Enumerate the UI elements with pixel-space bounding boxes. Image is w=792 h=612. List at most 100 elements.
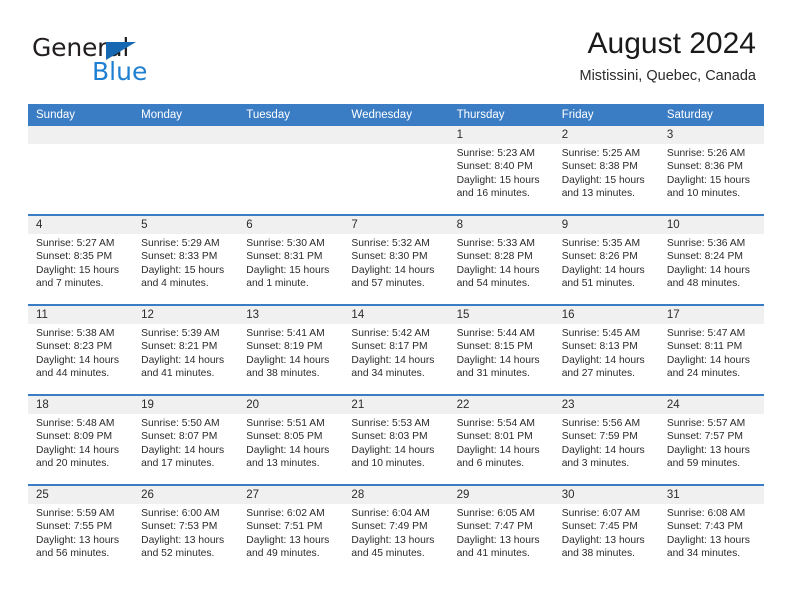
daylight-text: Daylight: 13 hours (246, 534, 330, 546)
calendar-day-cell[interactable]: 13 Sunrise: 5:41 AM Sunset: 8:19 PM Dayligh… (238, 304, 344, 395)
calendar-day-cell[interactable]: 10 Sunrise: 5:36 AM Sunset: 8:24 PM Dayligh… (658, 214, 764, 305)
sunset-text: Sunset: 7:49 PM (351, 521, 428, 533)
calendar-day-cell[interactable]: 28 Sunrise: 6:04 AM Sunset: 7:49 PM Dayligh… (343, 484, 449, 574)
calendar-day-cell[interactable]: 26 Sunrise: 6:00 AM Sunset: 7:53 PM Dayligh… (133, 484, 239, 574)
calendar-day-cell[interactable]: 8 Sunrise: 5:33 AM Sunset: 8:28 PM Daylight… (448, 214, 554, 305)
day-detail-lines: Sunrise: 6:08 AM Sunset: 7:43 PM Daylight:… (659, 502, 764, 561)
day-cell-inner: 20 Sunrise: 5:51 AM Sunset: 8:05 PM Dayligh… (238, 396, 344, 484)
calendar-day-cell[interactable]: 14 Sunrise: 5:42 AM Sunset: 8:17 PM Dayligh… (343, 304, 449, 395)
sunset-text: Sunset: 7:59 PM (561, 431, 638, 443)
calendar-day-cell[interactable]: 5 Sunrise: 5:29 AM Sunset: 8:33 PM Daylight… (133, 214, 239, 305)
daylight-text: Daylight: 15 hours (36, 264, 119, 276)
day-cell-inner: 11 Sunrise: 5:38 AM Sunset: 8:23 PM Dayligh… (28, 306, 134, 394)
calendar-day-cell[interactable]: 27 Sunrise: 6:02 AM Sunset: 7:51 PM Dayligh… (238, 484, 344, 574)
daylight-text: Daylight: 15 hours (666, 174, 750, 186)
weekday-header-saturday: Saturday (658, 104, 764, 126)
calendar-day-cell[interactable]: 17 Sunrise: 5:47 AM Sunset: 8:11 PM Dayligh… (658, 304, 764, 395)
daylight-text-cont: and 13 minutes. (246, 458, 320, 470)
day-cell-inner: 17 Sunrise: 5:47 AM Sunset: 8:11 PM Dayligh… (658, 306, 764, 394)
day-detail-lines: Sunrise: 5:53 AM Sunset: 8:03 PM Daylight:… (343, 412, 448, 471)
daylight-text-cont: and 4 minutes. (141, 278, 209, 290)
daylight-text: Daylight: 14 hours (456, 354, 540, 366)
daylight-text-cont: and 10 minutes. (666, 188, 741, 200)
day-number: 8 (456, 219, 463, 231)
calendar-week-row: 4 Sunrise: 5:27 AM Sunset: 8:35 PM Daylight… (28, 214, 764, 305)
calendar-day-cell[interactable]: 24 Sunrise: 5:57 AM Sunset: 7:57 PM Dayligh… (658, 394, 764, 485)
calendar-day-cell[interactable]: 12 Sunrise: 5:39 AM Sunset: 8:21 PM Dayligh… (133, 304, 239, 395)
calendar-day-cell[interactable]: 6 Sunrise: 5:30 AM Sunset: 8:31 PM Daylight… (238, 214, 344, 305)
sunrise-text: Sunrise: 5:50 AM (141, 418, 220, 429)
day-cell-inner: 6 Sunrise: 5:30 AM Sunset: 8:31 PM Daylight… (238, 216, 344, 304)
sunset-text: Sunset: 8:36 PM (666, 161, 743, 173)
day-number: 14 (351, 309, 365, 321)
daylight-text: Daylight: 14 hours (666, 354, 750, 366)
sunrise-text: Sunrise: 5:54 AM (456, 418, 535, 429)
calendar-day-cell[interactable]: 2 Sunrise: 5:25 AM Sunset: 8:38 PM Daylight… (553, 126, 659, 215)
logo-text-blue: Blue (92, 57, 148, 86)
calendar-week-row: 25 Sunrise: 5:59 AM Sunset: 7:55 PM Dayligh… (28, 484, 764, 574)
day-number: 26 (141, 489, 154, 501)
sunrise-text: Sunrise: 5:41 AM (246, 328, 325, 339)
day-cell-inner: 19 Sunrise: 5:50 AM Sunset: 8:07 PM Dayligh… (133, 396, 239, 484)
daylight-text-cont: and 7 minutes. (36, 278, 104, 290)
daylight-text: Daylight: 14 hours (351, 264, 435, 276)
sunset-text: Sunset: 8:15 PM (456, 341, 533, 353)
calendar-day-cell[interactable]: 22 Sunrise: 5:54 AM Sunset: 8:01 PM Dayligh… (448, 394, 554, 485)
sunrise-text: Sunrise: 5:29 AM (141, 238, 220, 249)
daylight-text-cont: and 48 minutes. (666, 278, 741, 290)
sunset-text: Sunset: 8:07 PM (141, 431, 218, 443)
daylight-text: Daylight: 14 hours (561, 354, 645, 366)
sunrise-text: Sunrise: 6:08 AM (666, 508, 746, 519)
day-detail-lines (28, 129, 133, 134)
calendar-day-cell[interactable]: 3 Sunrise: 5:26 AM Sunset: 8:36 PM Daylight… (658, 126, 764, 215)
title-block: August 2024 Mistissini, Quebec, Canada (580, 26, 757, 85)
calendar-empty-cell (133, 126, 239, 215)
calendar-day-cell[interactable]: 30 Sunrise: 6:07 AM Sunset: 7:45 PM Dayligh… (553, 484, 659, 574)
calendar-day-cell[interactable]: 7 Sunrise: 5:32 AM Sunset: 8:30 PM Daylight… (343, 214, 449, 305)
daylight-text: Daylight: 14 hours (141, 354, 225, 366)
calendar-day-cell[interactable]: 21 Sunrise: 5:53 AM Sunset: 8:03 PM Dayligh… (343, 394, 449, 485)
day-detail-lines: Sunrise: 5:57 AM Sunset: 7:57 PM Daylight:… (659, 412, 764, 471)
calendar-week-row: 11 Sunrise: 5:38 AM Sunset: 8:23 PM Dayligh… (28, 304, 764, 395)
day-cell-inner: 27 Sunrise: 6:02 AM Sunset: 7:51 PM Dayligh… (238, 486, 344, 574)
day-number: 22 (456, 399, 470, 411)
calendar-day-cell[interactable]: 1 Sunrise: 5:23 AM Sunset: 8:40 PM Daylight… (448, 126, 554, 215)
calendar-day-cell[interactable]: 4 Sunrise: 5:27 AM Sunset: 8:35 PM Daylight… (28, 214, 134, 305)
calendar-week-row: 18 Sunrise: 5:48 AM Sunset: 8:09 PM Dayligh… (28, 394, 764, 485)
day-number: 10 (666, 219, 680, 231)
sunrise-text: Sunrise: 5:38 AM (36, 328, 115, 339)
day-number: 28 (351, 489, 365, 501)
day-cell-inner: 13 Sunrise: 5:41 AM Sunset: 8:19 PM Dayligh… (238, 306, 344, 394)
day-detail-lines: Sunrise: 5:41 AM Sunset: 8:19 PM Daylight:… (238, 322, 343, 381)
calendar-day-cell[interactable]: 23 Sunrise: 5:56 AM Sunset: 7:59 PM Dayligh… (553, 394, 659, 485)
daylight-text: Daylight: 14 hours (351, 444, 435, 456)
day-number: 7 (351, 219, 358, 231)
day-cell-inner: 10 Sunrise: 5:36 AM Sunset: 8:24 PM Dayligh… (658, 216, 764, 304)
sunrise-text: Sunrise: 5:27 AM (36, 238, 115, 249)
calendar-table: Sunday Monday Tuesday Wednesday Thursday Frid… (28, 104, 764, 574)
day-detail-lines: Sunrise: 5:39 AM Sunset: 8:21 PM Daylight:… (133, 322, 238, 381)
daylight-text-cont: and 17 minutes. (141, 458, 215, 470)
calendar-day-cell[interactable]: 9 Sunrise: 5:35 AM Sunset: 8:26 PM Daylight… (553, 214, 659, 305)
calendar-day-cell[interactable]: 16 Sunrise: 5:45 AM Sunset: 8:13 PM Dayligh… (553, 304, 659, 395)
calendar-day-cell[interactable]: 11 Sunrise: 5:38 AM Sunset: 8:23 PM Dayligh… (28, 304, 134, 395)
calendar-day-cell[interactable]: 31 Sunrise: 6:08 AM Sunset: 7:43 PM Dayligh… (658, 484, 764, 574)
calendar-empty-cell (238, 126, 344, 215)
general-blue-logo[interactable]: General Blue (32, 34, 252, 90)
calendar-day-cell[interactable]: 29 Sunrise: 6:05 AM Sunset: 7:47 PM Dayligh… (448, 484, 554, 574)
daylight-text-cont: and 13 minutes. (561, 188, 635, 200)
sunset-text: Sunset: 8:24 PM (666, 251, 743, 263)
calendar-day-cell[interactable]: 20 Sunrise: 5:51 AM Sunset: 8:05 PM Dayligh… (238, 394, 344, 485)
calendar-day-cell[interactable]: 18 Sunrise: 5:48 AM Sunset: 8:09 PM Dayligh… (28, 394, 134, 485)
day-detail-lines: Sunrise: 6:05 AM Sunset: 7:47 PM Daylight:… (449, 502, 554, 561)
day-cell-inner: 9 Sunrise: 5:35 AM Sunset: 8:26 PM Daylight… (553, 216, 659, 304)
sunrise-text: Sunrise: 5:32 AM (351, 238, 430, 249)
day-number: 16 (561, 309, 575, 321)
day-detail-lines: Sunrise: 5:30 AM Sunset: 8:31 PM Daylight:… (238, 232, 343, 291)
calendar-day-cell[interactable]: 25 Sunrise: 5:59 AM Sunset: 7:55 PM Dayligh… (28, 484, 134, 574)
calendar-day-cell[interactable]: 19 Sunrise: 5:50 AM Sunset: 8:07 PM Dayligh… (133, 394, 239, 485)
calendar-day-cell[interactable]: 15 Sunrise: 5:44 AM Sunset: 8:15 PM Dayligh… (448, 304, 554, 395)
day-cell-inner: 16 Sunrise: 5:45 AM Sunset: 8:13 PM Dayligh… (553, 306, 659, 394)
page-subtitle: Mistissini, Quebec, Canada (579, 68, 757, 84)
calendar-page: General Blue August 2024 Mistissini, Que… (0, 0, 792, 612)
